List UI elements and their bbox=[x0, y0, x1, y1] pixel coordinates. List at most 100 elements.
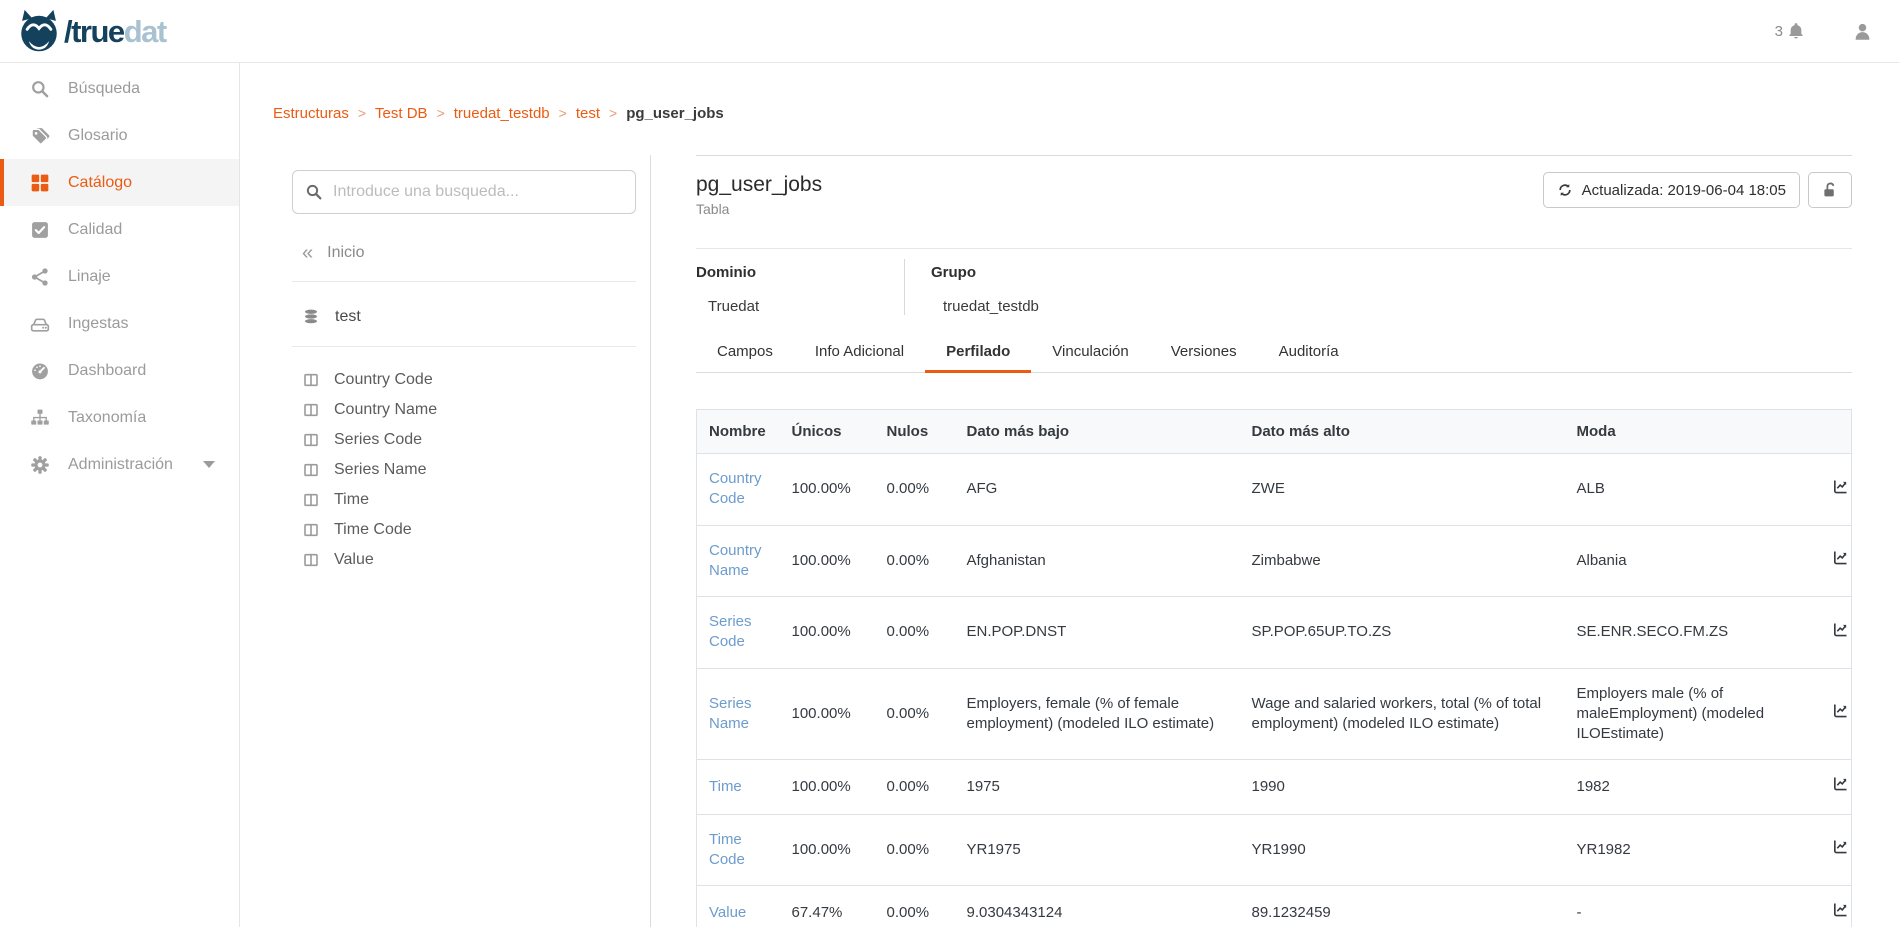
field-link[interactable]: Country Name bbox=[709, 542, 762, 579]
breadcrumb-link-test[interactable]: test bbox=[576, 105, 600, 122]
owl-logo-icon bbox=[18, 9, 60, 53]
chart-line-icon[interactable] bbox=[1832, 621, 1849, 638]
tree-column-country-name[interactable]: Country Name bbox=[292, 395, 636, 425]
mode-value: - bbox=[1565, 886, 1820, 927]
tab-vinculacion[interactable]: Vinculación bbox=[1031, 337, 1149, 373]
table-columns-icon bbox=[303, 462, 319, 478]
tree-column-country-code[interactable]: Country Code bbox=[292, 365, 636, 395]
sidebar-item-calidad[interactable]: Calidad bbox=[0, 206, 239, 253]
chart-line-icon[interactable] bbox=[1832, 549, 1849, 566]
unique-percent: 67.47% bbox=[780, 886, 875, 927]
domain-value: Truedat bbox=[708, 298, 904, 315]
mode-value: SE.ENR.SECO.FM.ZS bbox=[1565, 597, 1820, 669]
chart-line-icon[interactable] bbox=[1832, 901, 1849, 918]
structure-tree-panel: « Inicio test Country Code bbox=[240, 155, 651, 927]
user-menu-icon[interactable] bbox=[1852, 21, 1873, 42]
tab-auditoria[interactable]: Auditoría bbox=[1258, 337, 1360, 373]
breadcrumb-link-truedat-testdb[interactable]: truedat_testdb bbox=[454, 105, 550, 122]
col-header-nombre: Nombre bbox=[697, 410, 780, 454]
lock-button[interactable] bbox=[1808, 172, 1852, 208]
breadcrumb-separator: > bbox=[437, 105, 445, 121]
max-value: 1990 bbox=[1240, 760, 1565, 814]
chart-line-icon[interactable] bbox=[1832, 838, 1849, 855]
logo-text: /truedat bbox=[64, 16, 166, 47]
max-value: 89.1232459 bbox=[1240, 886, 1565, 927]
search-icon bbox=[30, 79, 50, 99]
field-link[interactable]: Time bbox=[709, 778, 742, 795]
chart-line-icon[interactable] bbox=[1832, 478, 1849, 495]
field-link[interactable]: Value bbox=[709, 904, 746, 921]
col-header-nulos: Nulos bbox=[875, 410, 955, 454]
tree-column-series-name[interactable]: Series Name bbox=[292, 455, 636, 485]
nulls-percent: 0.00% bbox=[875, 525, 955, 597]
breadcrumb-separator: > bbox=[559, 105, 567, 121]
min-value: EN.POP.DNST bbox=[955, 597, 1240, 669]
sidebar-item-linaje[interactable]: Linaje bbox=[0, 253, 239, 300]
sidebar-item-label: Calidad bbox=[68, 221, 122, 239]
unique-percent: 100.00% bbox=[780, 760, 875, 814]
tree-columns-list: Country Code Country Name Series Code Se… bbox=[292, 365, 636, 575]
group-label: Grupo bbox=[931, 259, 1039, 281]
tree-search-input[interactable] bbox=[333, 183, 623, 201]
sidebar-item-label: Glosario bbox=[68, 127, 128, 145]
field-link[interactable]: Series Code bbox=[709, 613, 752, 650]
min-value: YR1975 bbox=[955, 814, 1240, 886]
tree-column-series-code[interactable]: Series Code bbox=[292, 425, 636, 455]
tree-item-test[interactable]: test bbox=[302, 301, 636, 333]
structure-detail: pg_user_jobs Tabla Actualizada: 2019-06-… bbox=[696, 155, 1852, 927]
col-header-dato-mas-alto: Dato más alto bbox=[1240, 410, 1565, 454]
tree-column-time[interactable]: Time bbox=[292, 485, 636, 515]
sidebar-item-taxonomia[interactable]: Taxonomía bbox=[0, 394, 239, 441]
breadcrumb-link-testdb[interactable]: Test DB bbox=[375, 105, 428, 122]
bell-icon bbox=[1786, 21, 1806, 41]
max-value: YR1990 bbox=[1240, 814, 1565, 886]
sidebar-item-label: Dashboard bbox=[68, 362, 146, 380]
sidebar-item-catalogo[interactable]: Catálogo bbox=[0, 159, 239, 206]
field-link[interactable]: Series Name bbox=[709, 695, 752, 732]
page-title: pg_user_jobs bbox=[696, 172, 822, 198]
sidebar-item-glosario[interactable]: Glosario bbox=[0, 112, 239, 159]
gauge-icon bbox=[30, 361, 50, 381]
group-value: truedat_testdb bbox=[943, 298, 1039, 315]
field-link[interactable]: Country Code bbox=[709, 470, 762, 507]
sidebar-item-administracion[interactable]: Administración bbox=[0, 441, 239, 488]
tree-back-label: Inicio bbox=[327, 244, 364, 262]
sidebar-item-label: Búsqueda bbox=[68, 80, 140, 98]
sidebar-item-ingestas[interactable]: Ingestas bbox=[0, 300, 239, 347]
table-columns-icon bbox=[303, 372, 319, 388]
grid-icon bbox=[30, 173, 50, 193]
tree-column-value[interactable]: Value bbox=[292, 545, 636, 575]
mode-value: Albania bbox=[1565, 525, 1820, 597]
col-header-moda: Moda bbox=[1565, 410, 1820, 454]
breadcrumb-link-estructuras[interactable]: Estructuras bbox=[273, 105, 349, 122]
field-link[interactable]: Time Code bbox=[709, 831, 745, 868]
breadcrumb-separator: > bbox=[609, 105, 617, 121]
tree-column-label: Series Code bbox=[334, 431, 422, 449]
tab-info-adicional[interactable]: Info Adicional bbox=[794, 337, 925, 373]
truedat-logo[interactable]: /truedat bbox=[0, 9, 166, 53]
tree-column-time-code[interactable]: Time Code bbox=[292, 515, 636, 545]
chart-line-icon[interactable] bbox=[1832, 775, 1849, 792]
table-columns-icon bbox=[303, 492, 319, 508]
nulls-percent: 0.00% bbox=[875, 814, 955, 886]
updated-button[interactable]: Actualizada: 2019-06-04 18:05 bbox=[1543, 172, 1800, 208]
refresh-icon bbox=[1557, 182, 1573, 198]
tree-back-inicio[interactable]: « Inicio bbox=[302, 238, 636, 268]
share-icon bbox=[30, 267, 50, 287]
tab-versiones[interactable]: Versiones bbox=[1150, 337, 1258, 373]
sidebar-item-dashboard[interactable]: Dashboard bbox=[0, 347, 239, 394]
notifications-button[interactable]: 3 bbox=[1775, 21, 1806, 41]
tree-search-box bbox=[292, 170, 636, 214]
sidebar-item-label: Linaje bbox=[68, 268, 111, 286]
tab-campos[interactable]: Campos bbox=[696, 337, 794, 373]
breadcrumb: Estructuras>Test DB>truedat_testdb>test>… bbox=[273, 105, 1899, 155]
unlock-icon bbox=[1821, 181, 1839, 199]
breadcrumb-current: pg_user_jobs bbox=[626, 105, 724, 122]
tree-column-label: Time bbox=[334, 491, 369, 509]
domain-label: Dominio bbox=[696, 259, 904, 281]
table-row: Series Code 100.00% 0.00% EN.POP.DNST SP… bbox=[697, 597, 1852, 669]
tab-perfilado[interactable]: Perfilado bbox=[925, 337, 1031, 373]
sidebar-item-busqueda[interactable]: Búsqueda bbox=[0, 65, 239, 112]
chart-line-icon[interactable] bbox=[1832, 702, 1849, 719]
table-row: Value 67.47% 0.00% 9.0304343124 89.12324… bbox=[697, 886, 1852, 927]
